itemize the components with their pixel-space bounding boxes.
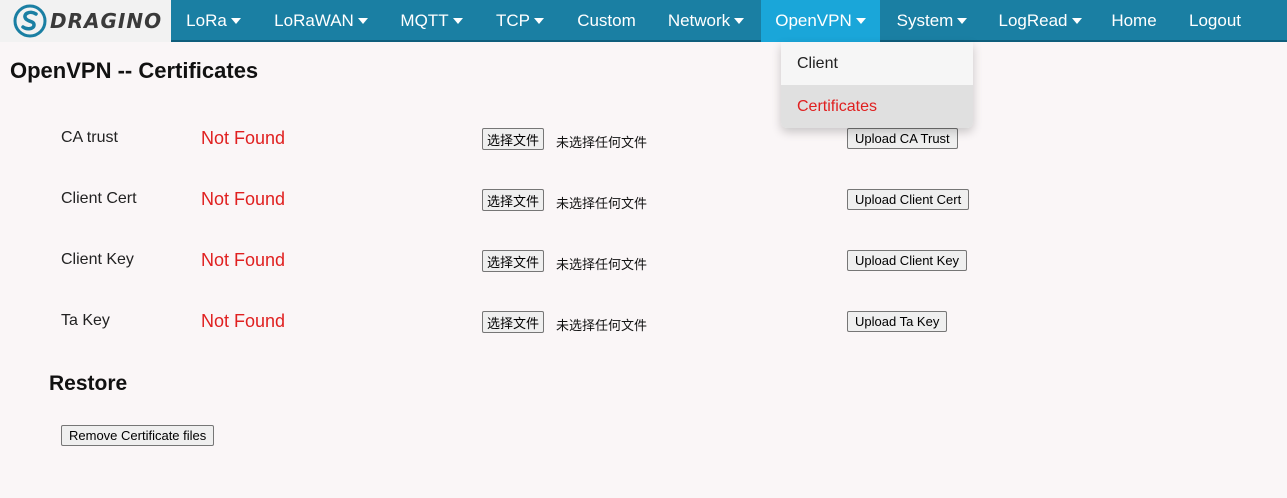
nav-label: LogRead — [998, 11, 1068, 30]
nav-item-system[interactable]: System — [883, 0, 981, 42]
file-status-ca-trust: 未选择任何文件 — [556, 136, 648, 151]
caret-down-icon — [357, 17, 368, 24]
remove-certificate-files-button[interactable]: Remove Certificate files — [61, 425, 215, 446]
cert-label-client-key: Client Key — [61, 251, 134, 268]
nav-item-openvpn[interactable]: OpenVPN — [761, 0, 880, 42]
caret-down-icon — [734, 17, 745, 24]
dropdown-item-certificates[interactable]: Certificates — [781, 85, 973, 128]
nav-label: Network — [667, 11, 731, 30]
nav-item-custom[interactable]: Custom — [563, 0, 650, 42]
nav-label: LoRaWAN — [274, 11, 354, 30]
nav-item-logout[interactable]: Logout — [1174, 0, 1256, 42]
file-status-client-cert: 未选择任何文件 — [556, 197, 648, 212]
openvpn-dropdown-menu: Client Certificates — [781, 42, 973, 128]
cert-label-ta-key: Ta Key — [61, 312, 110, 329]
nav-item-logread[interactable]: LogRead — [986, 0, 1094, 42]
nav-item-network[interactable]: Network — [653, 0, 759, 42]
file-status-client-key: 未选择任何文件 — [556, 258, 648, 273]
cert-status-client-cert: Not Found — [201, 189, 286, 209]
nav-item-mqtt[interactable]: MQTT — [386, 0, 477, 42]
caret-down-icon — [957, 17, 968, 24]
choose-file-client-cert-button[interactable]: 选择文件 — [482, 189, 545, 211]
top-navbar: DRAGINO LoRa LoRaWAN MQTT TCP Custom Net… — [0, 0, 1287, 42]
cert-status-ca-trust: Not Found — [201, 128, 286, 148]
nav-label: TCP — [496, 11, 530, 30]
choose-file-ta-key-button[interactable]: 选择文件 — [482, 311, 545, 333]
upload-ta-key-button[interactable]: Upload Ta Key — [847, 311, 948, 332]
nav-item-home[interactable]: Home — [1098, 0, 1170, 42]
caret-down-icon — [230, 17, 241, 24]
page-title: OpenVPN -- Certificates — [10, 58, 259, 83]
cert-label-client-cert: Client Cert — [61, 190, 137, 207]
nav-item-lorawan[interactable]: LoRaWAN — [259, 0, 383, 42]
logo-text: DRAGINO — [50, 9, 163, 33]
nav-label: Home — [1111, 11, 1157, 30]
file-status-ta-key: 未选择任何文件 — [556, 319, 648, 334]
cert-label-ca-trust: CA trust — [61, 129, 118, 146]
nav-item-lora[interactable]: LoRa — [171, 0, 256, 42]
nav-label: MQTT — [400, 11, 449, 30]
nav-label: Logout — [1189, 11, 1241, 30]
caret-down-icon — [855, 17, 866, 24]
choose-file-client-key-button[interactable]: 选择文件 — [482, 250, 545, 272]
caret-down-icon — [452, 17, 463, 24]
nav-label: System — [896, 11, 954, 30]
nav-item-tcp[interactable]: TCP — [480, 0, 560, 42]
caret-down-icon — [1071, 17, 1082, 24]
choose-file-ca-trust-button[interactable]: 选择文件 — [482, 128, 545, 150]
cert-status-client-key: Not Found — [201, 250, 286, 270]
upload-client-cert-button[interactable]: Upload Client Cert — [847, 189, 970, 210]
nav-label: OpenVPN — [775, 11, 852, 30]
caret-down-icon — [534, 17, 544, 24]
dropdown-item-client[interactable]: Client — [781, 42, 973, 85]
cert-status-ta-key: Not Found — [201, 311, 286, 331]
nav-label: Custom — [577, 11, 636, 30]
restore-section-title: Restore — [49, 372, 128, 395]
dragino-logo[interactable]: DRAGINO — [0, 0, 171, 42]
upload-ca-trust-button[interactable]: Upload CA Trust — [847, 128, 958, 149]
dragino-logo-icon — [13, 4, 47, 38]
upload-client-key-button[interactable]: Upload Client Key — [847, 250, 968, 271]
nav-label: LoRa — [186, 11, 227, 30]
